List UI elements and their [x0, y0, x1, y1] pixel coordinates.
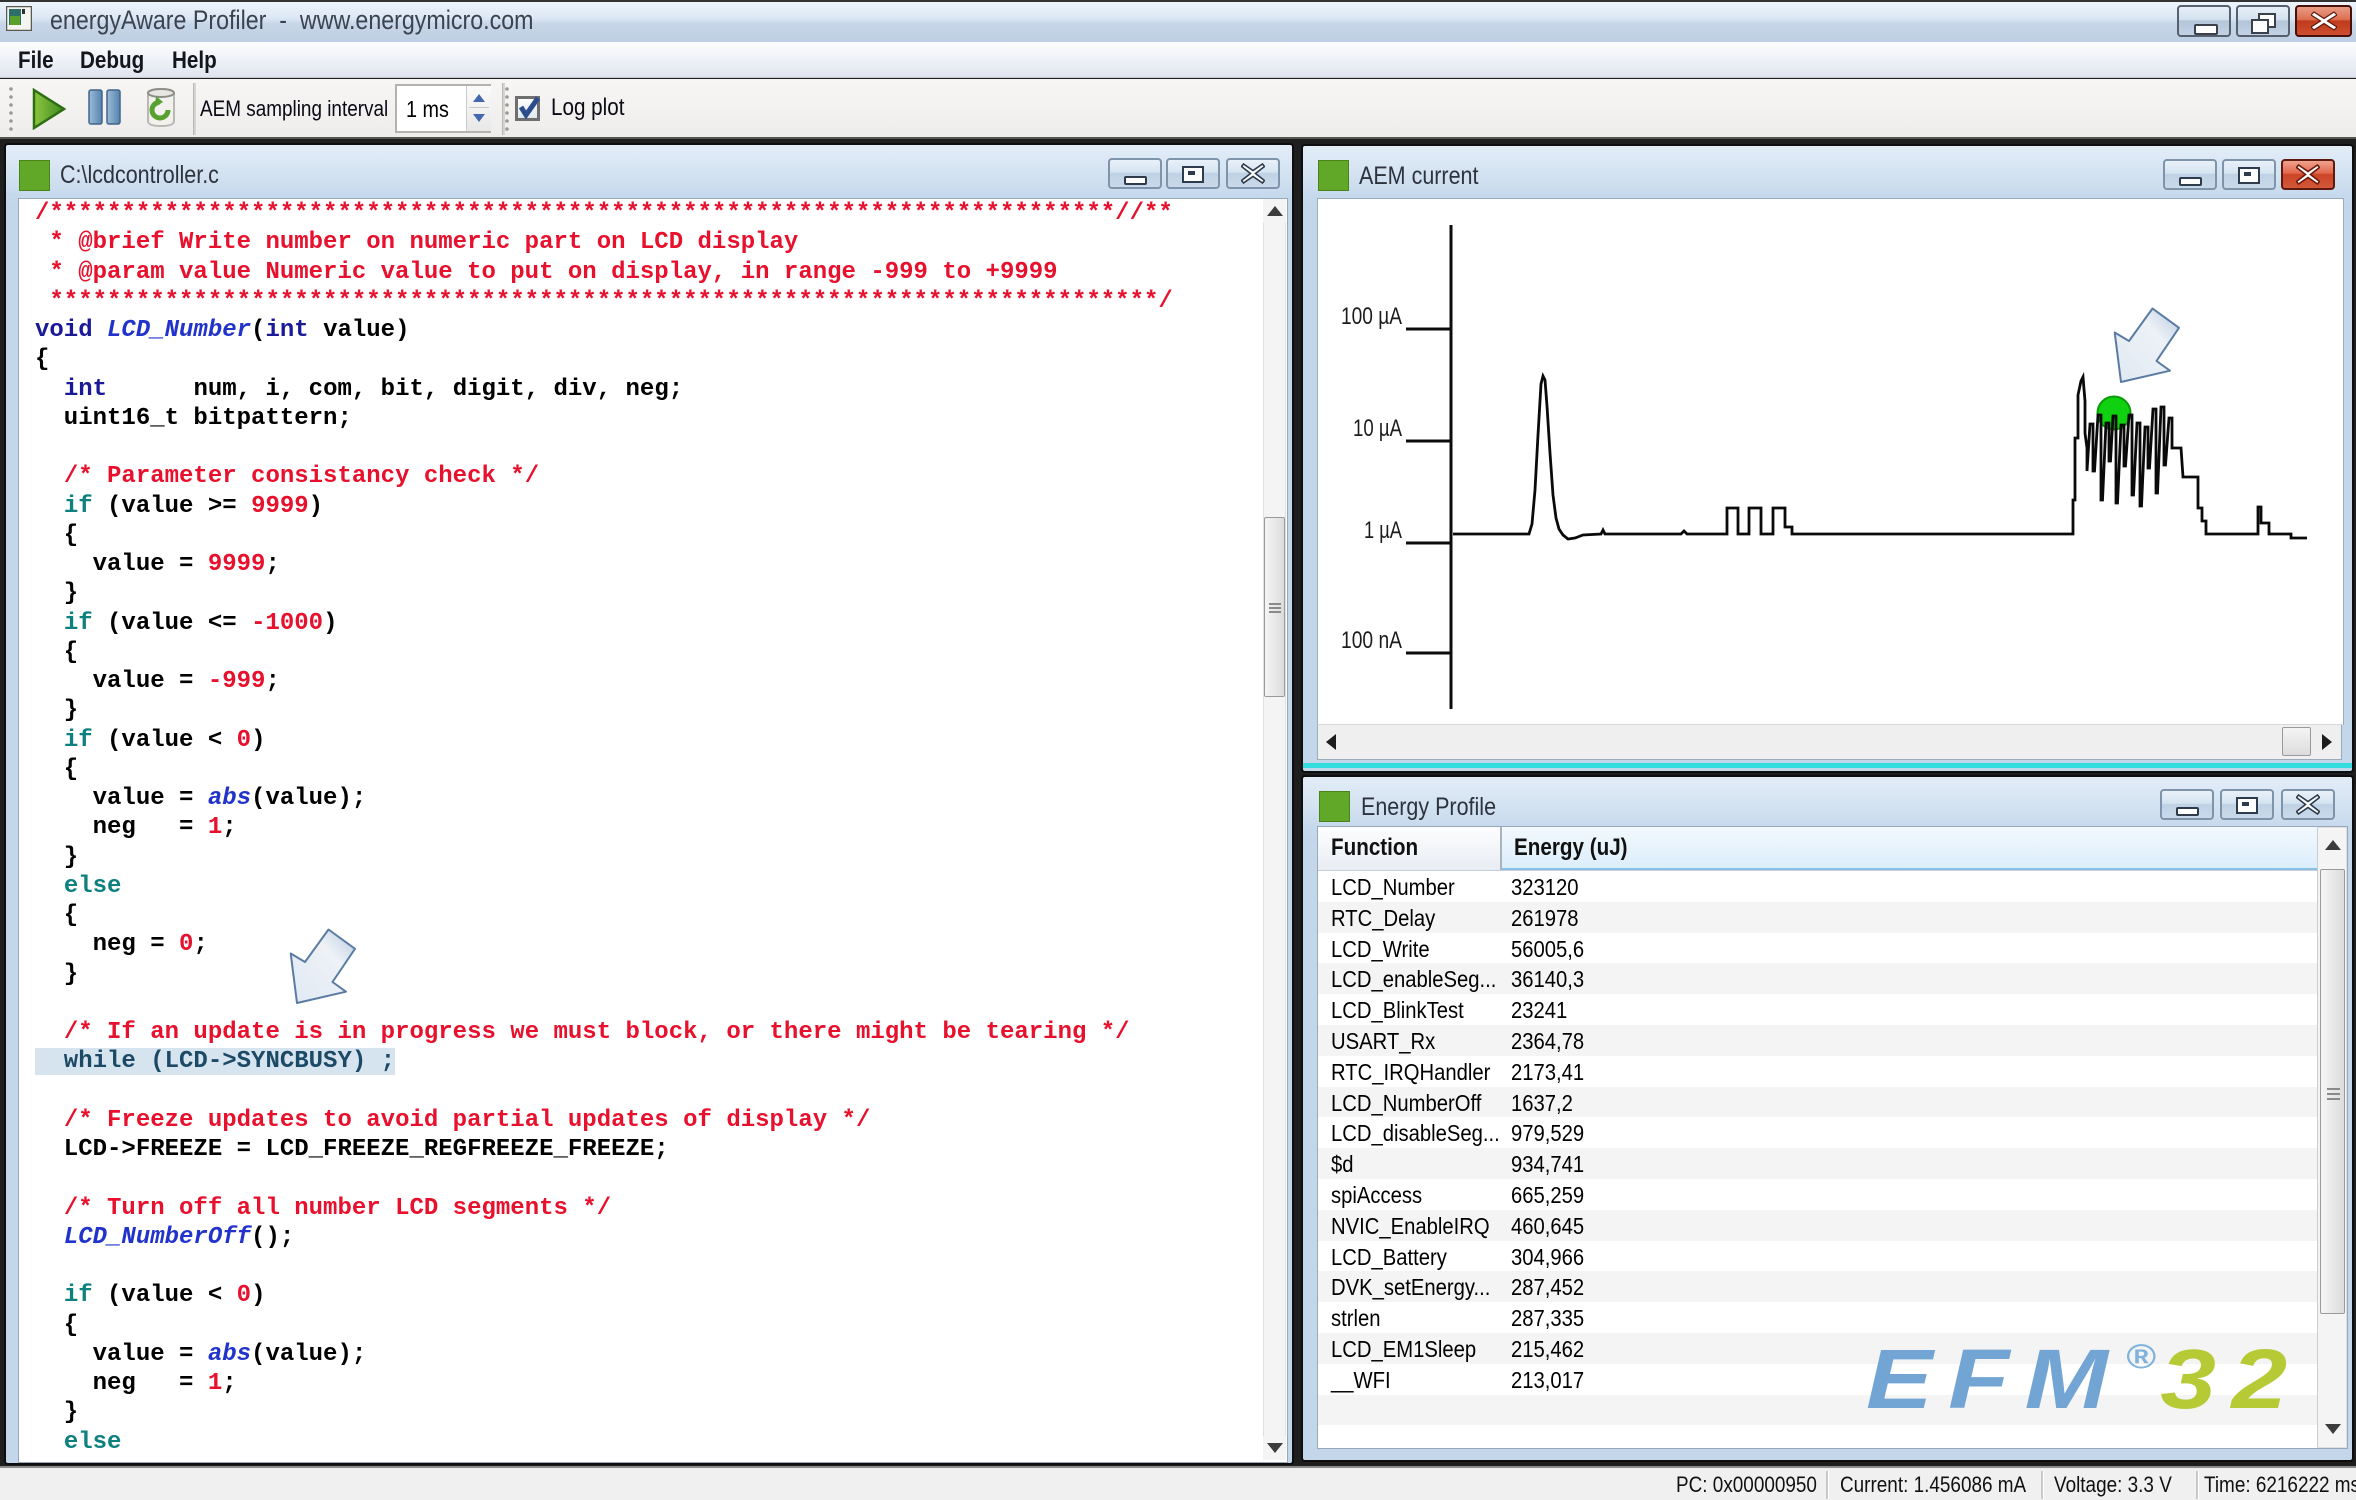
svg-text:10 µA: 10 µA — [1353, 415, 1402, 442]
svg-text:100 nA: 100 nA — [1341, 627, 1402, 654]
svg-text:100 µA: 100 µA — [1341, 303, 1402, 330]
svg-text:1 µA: 1 µA — [1364, 517, 1402, 544]
